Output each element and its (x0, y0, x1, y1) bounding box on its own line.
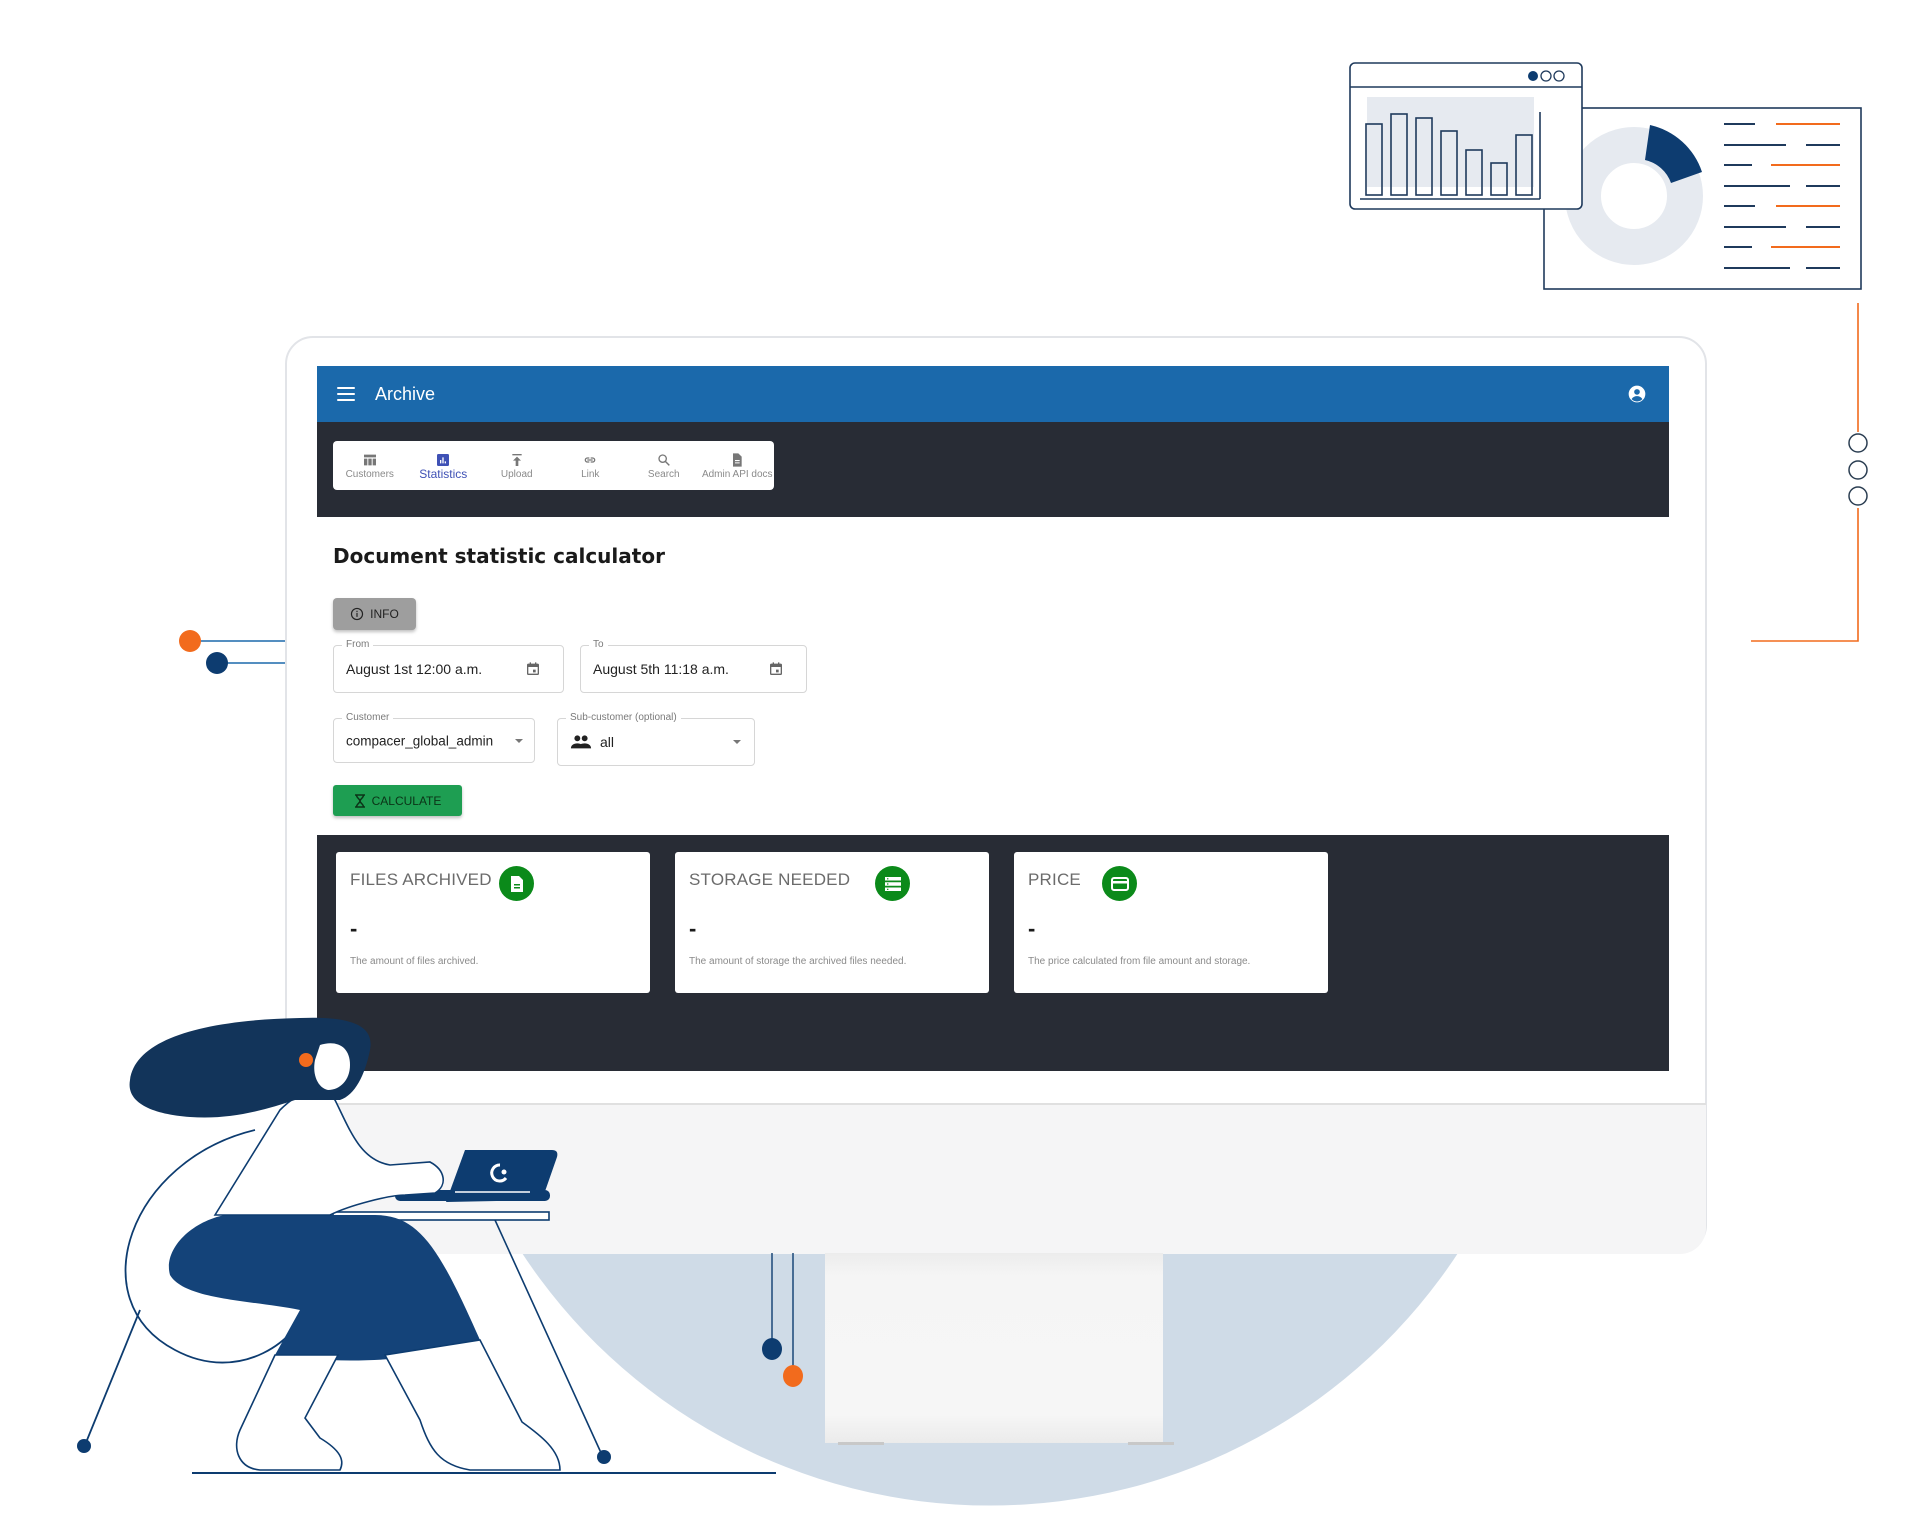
right-connector (1751, 303, 1868, 642)
search-icon (658, 453, 670, 466)
customer-select[interactable]: Customer compacer_global_admin (333, 712, 535, 763)
info-button-label: INFO (370, 607, 399, 621)
app-bar: Archive (317, 366, 1669, 422)
card-description: The price calculated from file amount an… (1028, 956, 1251, 967)
left-connectors (179, 630, 287, 674)
page-title: Document statistic calculator (333, 544, 665, 568)
table-icon (363, 454, 376, 465)
bar-chart-icon (437, 453, 450, 466)
from-value: August 1st 12:00 a.m. (346, 661, 483, 677)
document-icon (733, 452, 742, 467)
results-panel: FILES ARCHIVED - The amount of files arc… (317, 835, 1669, 1071)
nav-label: Customers (345, 468, 394, 480)
chevron-down-icon (733, 740, 741, 744)
card-title: PRICE (1028, 870, 1081, 889)
nav-item-statistics[interactable]: Statistics (407, 441, 481, 490)
app-title: Archive (375, 383, 436, 404)
link-icon (584, 456, 596, 463)
calculate-button-label: CALCULATE (371, 793, 442, 808)
file-icon (499, 866, 534, 901)
card-value: - (350, 916, 358, 941)
nav-item-upload[interactable]: Upload (480, 441, 554, 490)
nav-label: Search (647, 468, 680, 480)
hourglass-icon (354, 793, 365, 808)
nav-label: Link (581, 468, 600, 480)
nav-label: Statistics (419, 466, 468, 481)
stat-card-storage-needed: STORAGE NEEDED - The amount of storage t… (675, 852, 989, 993)
info-button[interactable]: INFO (333, 598, 416, 630)
app-screen: Archive Customers Statistics Upload Link (317, 366, 1669, 1071)
hamburger-menu-icon[interactable] (337, 387, 355, 401)
window-dot-filled (1528, 71, 1538, 81)
stand-foot (838, 1442, 884, 1445)
nav-item-search[interactable]: Search (627, 441, 701, 490)
from-date-field[interactable]: From August 1st 12:00 a.m. (333, 639, 564, 693)
nav-item-link[interactable]: Link (554, 441, 628, 490)
credit-card-icon (1102, 866, 1137, 901)
to-date-field[interactable]: To August 5th 11:18 a.m. (580, 639, 807, 693)
bottom-connectors (762, 1253, 803, 1387)
monitor-stand (825, 1253, 1163, 1443)
customer-label: Customer (342, 712, 394, 724)
upload-icon (512, 453, 522, 466)
calculate-button[interactable]: CALCULATE (333, 785, 462, 816)
sub-customer-label: Sub-customer (optional) (566, 712, 681, 724)
card-value: - (689, 916, 697, 941)
storage-icon (875, 866, 910, 901)
info-icon (351, 607, 364, 621)
people-icon (570, 735, 592, 749)
nav-label: Upload (500, 468, 533, 480)
chevron-down-icon (515, 738, 523, 743)
calendar-icon[interactable] (768, 661, 784, 677)
calendar-icon[interactable] (525, 661, 541, 677)
sub-customer-select[interactable]: Sub-customer (optional) all (557, 712, 755, 766)
monitor-chin (286, 1103, 1706, 1254)
stat-card-files-archived: FILES ARCHIVED - The amount of files arc… (336, 852, 650, 993)
card-value: - (1028, 916, 1036, 941)
nav-strip: Customers Statistics Upload Link Search … (333, 441, 774, 490)
nav-item-admin-api-docs[interactable]: Admin API docs (701, 441, 775, 490)
from-label: From (342, 639, 374, 651)
stat-card-price: PRICE - The price calculated from file a… (1014, 852, 1328, 993)
account-circle-icon[interactable] (1627, 384, 1647, 404)
stand-foot (1128, 1442, 1174, 1445)
customer-value: compacer_global_admin (346, 733, 494, 748)
nav-band: Customers Statistics Upload Link Search … (317, 422, 1669, 517)
card-title: STORAGE NEEDED (689, 870, 851, 889)
card-description: The amount of files archived. (350, 956, 479, 967)
to-label: To (589, 639, 608, 651)
to-value: August 5th 11:18 a.m. (593, 661, 729, 677)
nav-item-customers[interactable]: Customers (333, 441, 407, 490)
nav-label: Admin API docs (701, 468, 773, 480)
sub-customer-value: all (600, 734, 615, 750)
card-title: FILES ARCHIVED (350, 870, 492, 889)
card-description: The amount of storage the archived files… (689, 956, 907, 967)
